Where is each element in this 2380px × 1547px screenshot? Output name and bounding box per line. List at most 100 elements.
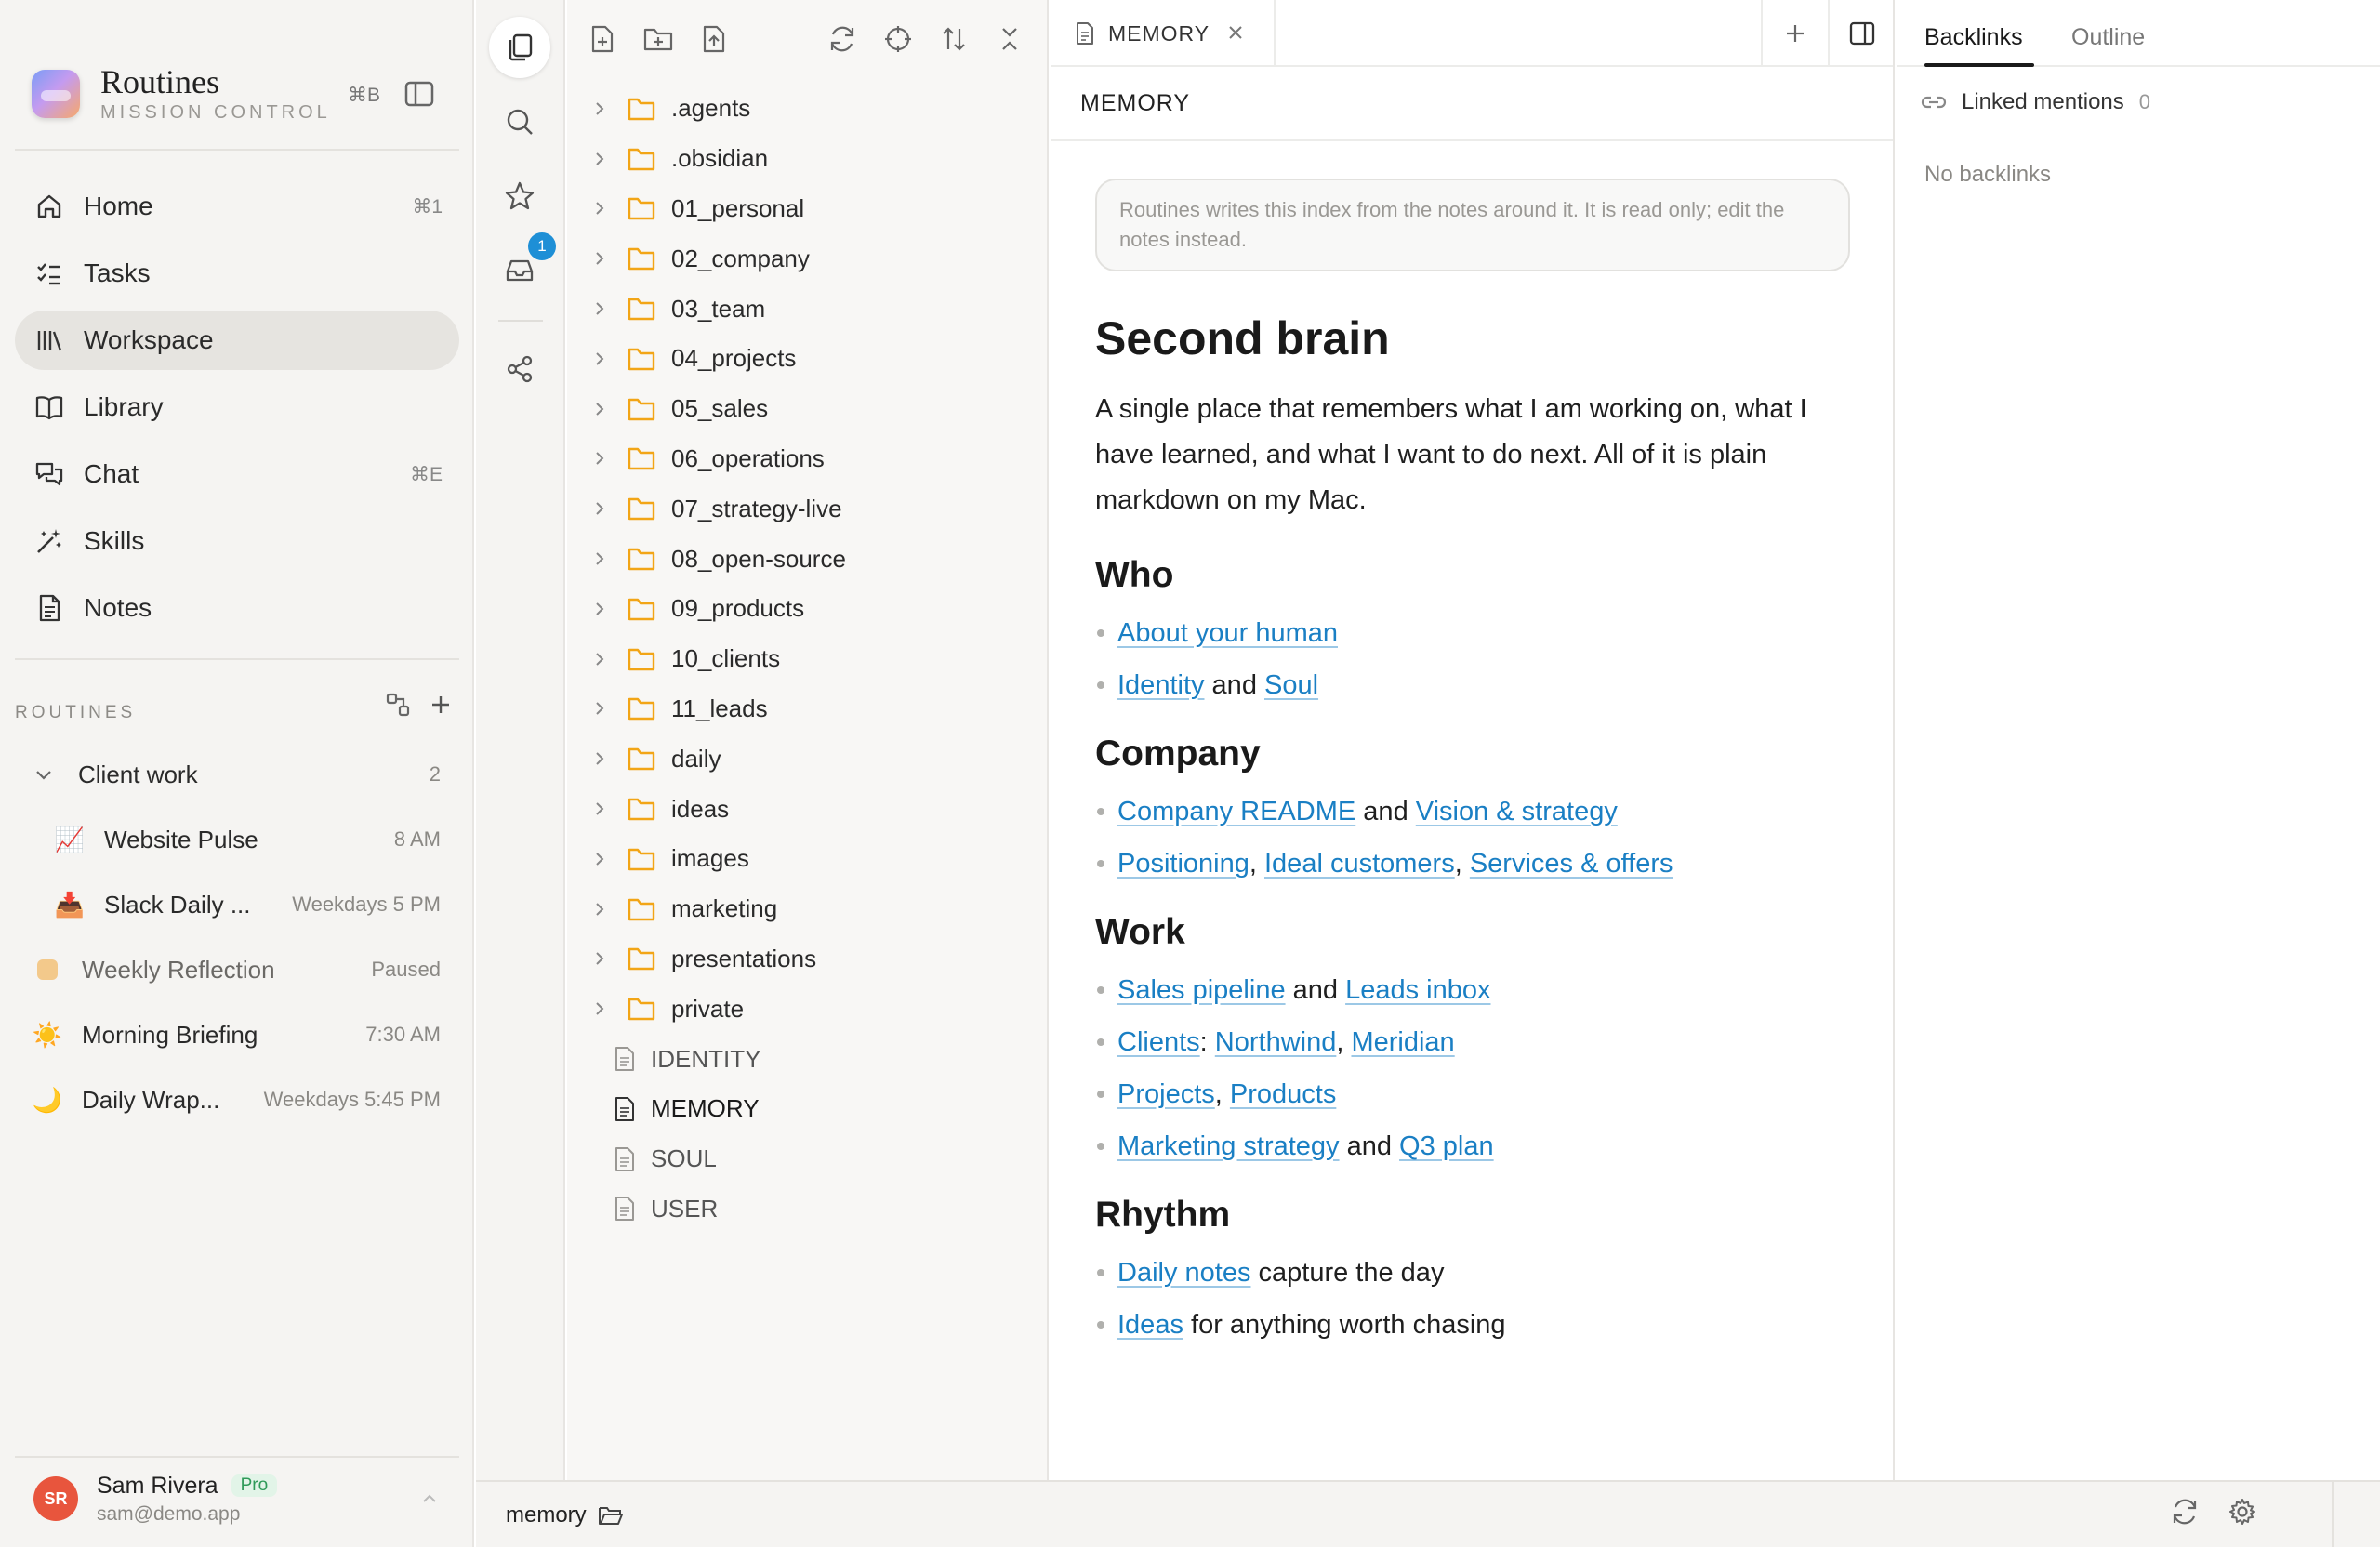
chevron-up-icon[interactable]	[420, 1489, 439, 1508]
note-link[interactable]: Ideal customers	[1264, 849, 1455, 879]
note-link[interactable]: Soul	[1264, 670, 1318, 700]
tree-folder[interactable]: marketing	[567, 884, 1047, 934]
user-profile[interactable]: SR Sam Rivera Pro sam@demo.app	[15, 1456, 459, 1540]
tree-folder[interactable]: images	[567, 834, 1047, 884]
tree-file[interactable]: USER	[567, 1184, 1047, 1235]
nav-item-home[interactable]: Home ⌘1	[15, 177, 459, 236]
current-path[interactable]: memory	[506, 1502, 624, 1528]
chevron-right-icon[interactable]	[586, 700, 614, 717]
gear-icon[interactable]	[2228, 1497, 2257, 1527]
tree-folder[interactable]: .agents	[567, 84, 1047, 134]
routine-item-slack-daily[interactable]: 📥 Slack Daily ... Weekdays 5 PM	[15, 872, 459, 937]
tree-file[interactable]: MEMORY	[567, 1084, 1047, 1134]
note-link[interactable]: Positioning	[1117, 849, 1250, 879]
tree-folder[interactable]: daily	[567, 734, 1047, 784]
chevron-right-icon[interactable]	[586, 300, 614, 317]
note-link[interactable]: Sales pipeline	[1117, 975, 1286, 1005]
routine-flow-icon[interactable]	[385, 692, 411, 718]
note-link[interactable]: Daily notes	[1117, 1258, 1250, 1288]
new-tab-button[interactable]	[1761, 0, 1828, 67]
chevron-right-icon[interactable]	[586, 450, 614, 467]
nav-item-skills[interactable]: Skills	[15, 511, 459, 571]
tree-folder[interactable]: 10_clients	[567, 634, 1047, 684]
tree-folder[interactable]: 06_operations	[567, 434, 1047, 484]
chevron-right-icon[interactable]	[586, 800, 614, 817]
note-link[interactable]: Meridian	[1351, 1027, 1454, 1057]
tree-folder[interactable]: 04_projects	[567, 334, 1047, 384]
tree-folder[interactable]: ideas	[567, 784, 1047, 834]
note-link[interactable]: Leads inbox	[1345, 975, 1490, 1005]
chevron-right-icon[interactable]	[586, 350, 614, 367]
note-link[interactable]: Clients	[1117, 1027, 1200, 1057]
note-link[interactable]: About your human	[1117, 618, 1338, 648]
nav-item-library[interactable]: Library	[15, 377, 459, 437]
chevron-right-icon[interactable]	[586, 200, 614, 217]
routine-item-daily-wrap[interactable]: 🌙 Daily Wrap... Weekdays 5:45 PM	[15, 1067, 459, 1132]
tree-folder[interactable]: 07_strategy-live	[567, 483, 1047, 534]
nav-item-workspace[interactable]: Workspace	[15, 311, 459, 370]
new-note-icon[interactable]	[582, 19, 623, 60]
nav-item-notes[interactable]: Notes	[15, 578, 459, 638]
sync-icon[interactable]	[2170, 1497, 2200, 1527]
chevron-right-icon[interactable]	[586, 100, 614, 117]
graph-button[interactable]	[489, 338, 550, 400]
nav-item-tasks[interactable]: Tasks	[15, 244, 459, 303]
tree-folder[interactable]: 03_team	[567, 284, 1047, 334]
note-link[interactable]: Ideas	[1117, 1310, 1183, 1340]
sidebar-toggle-icon[interactable]	[403, 80, 435, 108]
routine-group-client-work[interactable]: Client work 2	[15, 742, 459, 807]
add-routine-icon[interactable]	[428, 692, 454, 718]
note-link[interactable]: Products	[1230, 1079, 1336, 1109]
tree-folder[interactable]: presentations	[567, 934, 1047, 985]
tree-folder[interactable]: .obsidian	[567, 134, 1047, 184]
search-button[interactable]	[489, 91, 550, 152]
locate-file-icon[interactable]	[878, 19, 919, 60]
tree-folder[interactable]: private	[567, 984, 1047, 1034]
chevron-right-icon[interactable]	[586, 151, 614, 167]
nav-item-chat[interactable]: Chat ⌘E	[15, 444, 459, 504]
tab-backlinks[interactable]: Backlinks	[1924, 24, 2023, 51]
refresh-icon[interactable]	[822, 19, 863, 60]
toggle-right-panel-button[interactable]	[1828, 0, 1893, 67]
routine-item-website-pulse[interactable]: 📈 Website Pulse 8 AM	[15, 807, 459, 872]
tree-folder[interactable]: 11_leads	[567, 684, 1047, 734]
note-link[interactable]: Marketing strategy	[1117, 1131, 1340, 1161]
routine-item-weekly-reflection[interactable]: Weekly Reflection Paused	[15, 937, 459, 1002]
upload-file-icon[interactable]	[694, 19, 734, 60]
chevron-right-icon[interactable]	[586, 500, 614, 517]
note-link[interactable]: Vision & strategy	[1416, 797, 1618, 826]
tab-outline[interactable]: Outline	[2071, 24, 2145, 51]
chevron-right-icon[interactable]	[586, 601, 614, 617]
tab-memory[interactable]: MEMORY	[1051, 0, 1276, 67]
chevron-right-icon[interactable]	[586, 1000, 614, 1017]
tree-file[interactable]: SOUL	[567, 1134, 1047, 1184]
files-view-button[interactable]	[489, 17, 550, 78]
collapse-all-icon[interactable]	[989, 19, 1030, 60]
chevron-right-icon[interactable]	[586, 550, 614, 567]
note-link[interactable]: Projects	[1117, 1079, 1215, 1109]
routine-item-morning-briefing[interactable]: ☀️ Morning Briefing 7:30 AM	[15, 1002, 459, 1067]
chevron-down-icon[interactable]	[33, 764, 54, 785]
chevron-right-icon[interactable]	[586, 651, 614, 668]
chevron-right-icon[interactable]	[586, 401, 614, 417]
note-link[interactable]: Q3 plan	[1399, 1131, 1494, 1161]
tree-folder[interactable]: 09_products	[567, 584, 1047, 634]
tree-folder[interactable]: 01_personal	[567, 184, 1047, 234]
note-link[interactable]: Identity	[1117, 670, 1205, 700]
tree-folder[interactable]: 02_company	[567, 233, 1047, 284]
tree-folder[interactable]: 08_open-source	[567, 534, 1047, 584]
tree-file[interactable]: IDENTITY	[567, 1034, 1047, 1084]
linked-mentions-header[interactable]: Linked mentions 0	[1921, 89, 2150, 115]
tree-folder[interactable]: 05_sales	[567, 384, 1047, 434]
chevron-right-icon[interactable]	[586, 250, 614, 267]
note-link[interactable]: Company README	[1117, 797, 1355, 826]
chevron-right-icon[interactable]	[586, 950, 614, 967]
chevron-right-icon[interactable]	[586, 901, 614, 918]
sort-icon[interactable]	[933, 19, 974, 60]
note-link[interactable]: Northwind	[1215, 1027, 1337, 1057]
new-folder-icon[interactable]	[638, 19, 679, 60]
chevron-right-icon[interactable]	[586, 750, 614, 767]
close-icon[interactable]	[1223, 20, 1248, 45]
starred-button[interactable]	[489, 165, 550, 227]
chevron-right-icon[interactable]	[586, 851, 614, 867]
